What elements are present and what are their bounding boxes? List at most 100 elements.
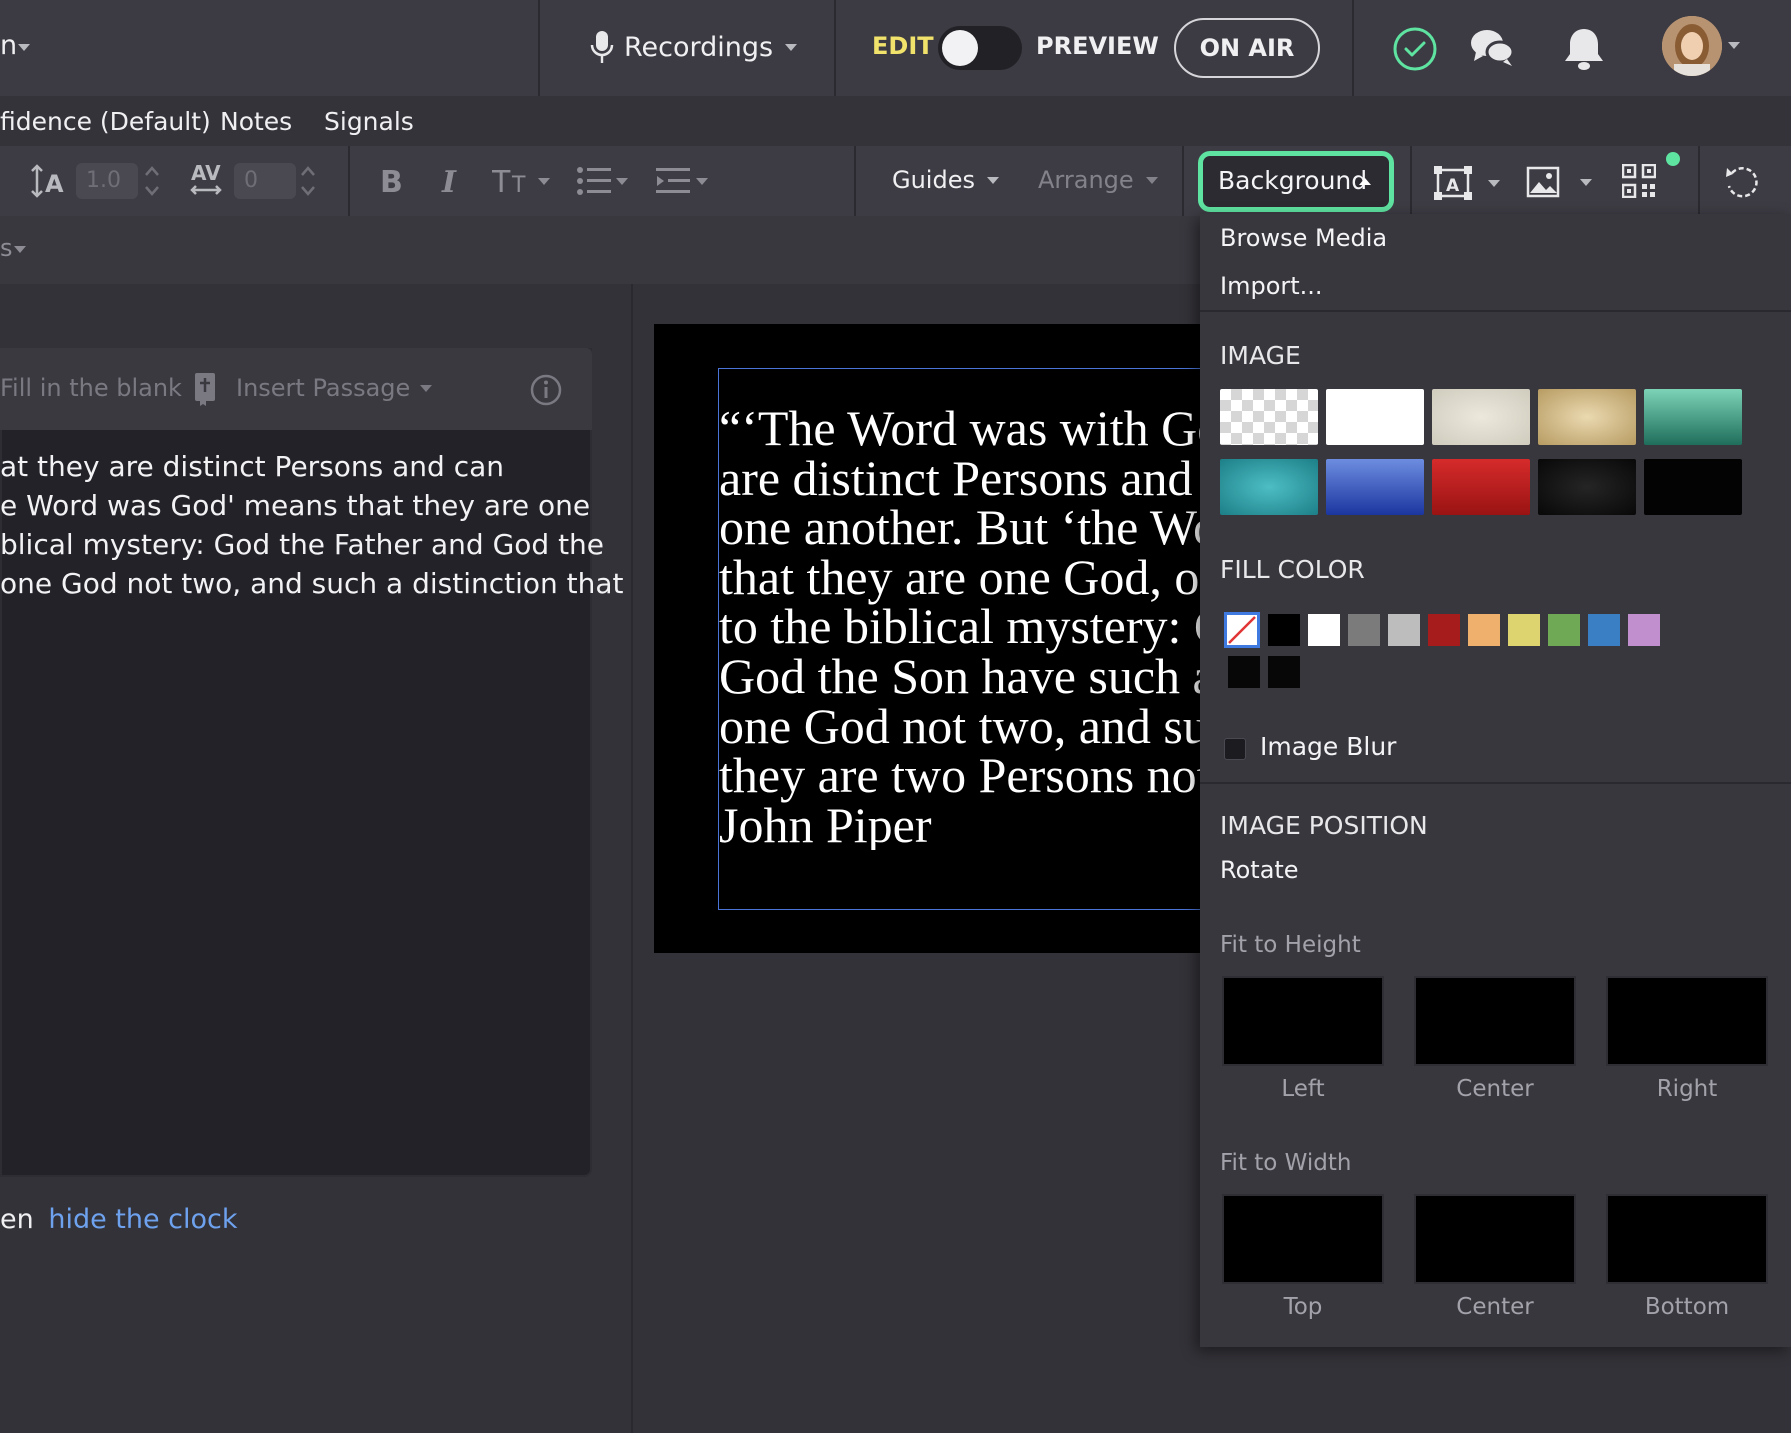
svg-text:A: A bbox=[1446, 176, 1460, 196]
text-selection-box[interactable] bbox=[718, 368, 1218, 910]
fit-height-right-option[interactable] bbox=[1606, 976, 1768, 1066]
fill-color-none-swatch[interactable] bbox=[1224, 612, 1260, 648]
background-image-dark-texture[interactable] bbox=[1538, 459, 1636, 515]
fill-color-swatch[interactable] bbox=[1428, 614, 1460, 646]
undo-rotate-icon[interactable] bbox=[1724, 164, 1760, 200]
divider bbox=[1352, 0, 1354, 96]
divider bbox=[1200, 310, 1791, 312]
preview-mode-label[interactable]: PREVIEW bbox=[1036, 32, 1159, 60]
svg-text:T: T bbox=[492, 165, 511, 198]
bible-book-icon bbox=[194, 372, 216, 406]
chevron-down-icon bbox=[1488, 179, 1500, 187]
fill-color-swatch[interactable] bbox=[1268, 656, 1300, 688]
background-image-teal-glow[interactable] bbox=[1644, 389, 1742, 445]
editor-text-line[interactable]: one God not two, and such a distinction … bbox=[0, 567, 624, 600]
image-blur-label: Image Blur bbox=[1260, 732, 1397, 761]
browse-media-item[interactable]: Browse Media bbox=[1220, 224, 1387, 252]
workspace-chevron-down-icon[interactable] bbox=[18, 44, 30, 51]
fill-color-swatch[interactable] bbox=[1588, 614, 1620, 646]
editor-text-line[interactable]: at they are distinct Persons and can bbox=[0, 450, 504, 483]
image-icon bbox=[1526, 166, 1560, 198]
image-insert-menu[interactable] bbox=[1526, 166, 1592, 198]
background-image-aqua[interactable] bbox=[1220, 459, 1318, 515]
clock-footer: en hide the clock bbox=[0, 1204, 238, 1235]
fit-width-center-option[interactable] bbox=[1414, 1194, 1576, 1284]
tab-notes[interactable]: Notes bbox=[220, 107, 292, 136]
arrange-menu[interactable]: Arrange bbox=[1038, 166, 1158, 194]
secondary-menu-fragment[interactable]: s bbox=[0, 234, 13, 262]
background-image-linen[interactable] bbox=[1432, 389, 1530, 445]
editor-toolbar: Fill in the blank Insert Passage bbox=[0, 348, 592, 430]
text-size-icon[interactable]: TT bbox=[492, 164, 550, 198]
fill-color-swatch[interactable] bbox=[1468, 614, 1500, 646]
insert-passage-menu[interactable]: Insert Passage bbox=[236, 374, 433, 402]
fill-color-swatch[interactable] bbox=[1228, 656, 1260, 688]
recordings-menu[interactable]: Recordings bbox=[590, 30, 798, 64]
background-image-white[interactable] bbox=[1326, 389, 1424, 445]
background-image-parchment[interactable] bbox=[1538, 389, 1636, 445]
chevron-down-icon bbox=[616, 177, 628, 185]
chevron-down-icon[interactable] bbox=[14, 246, 26, 253]
fit-to-width-label: Fit to Width bbox=[1220, 1150, 1352, 1176]
qr-code-icon[interactable] bbox=[1622, 164, 1656, 198]
fill-color-swatch[interactable] bbox=[1628, 614, 1660, 646]
fill-color-swatch[interactable] bbox=[1508, 614, 1540, 646]
chat-bubbles-icon[interactable] bbox=[1470, 28, 1514, 68]
guides-menu[interactable]: Guides bbox=[892, 166, 999, 194]
guides-label: Guides bbox=[892, 166, 975, 194]
tab-confidence-default[interactable]: fidence (Default) bbox=[0, 107, 211, 136]
microphone-icon bbox=[590, 31, 614, 63]
list-style-icon[interactable] bbox=[576, 166, 628, 196]
on-air-button[interactable]: ON AIR bbox=[1174, 18, 1320, 78]
fill-color-swatch[interactable] bbox=[1268, 614, 1300, 646]
chevron-down-icon bbox=[696, 177, 708, 185]
fill-color-swatch[interactable] bbox=[1348, 614, 1380, 646]
fill-color-swatch[interactable] bbox=[1548, 614, 1580, 646]
sync-status-check-icon[interactable] bbox=[1392, 26, 1438, 72]
hide-clock-link[interactable]: hide the clock bbox=[48, 1204, 237, 1235]
notifications-bell-icon[interactable] bbox=[1564, 26, 1604, 72]
fit-width-top-label: Top bbox=[1283, 1294, 1323, 1320]
user-avatar[interactable] bbox=[1662, 16, 1722, 76]
background-image-transparent[interactable] bbox=[1220, 389, 1318, 445]
panel-splitter[interactable] bbox=[631, 284, 633, 1433]
letter-spacing-stepper[interactable] bbox=[300, 163, 316, 199]
chevron-down-icon bbox=[1580, 178, 1592, 186]
import-item[interactable]: Import... bbox=[1220, 272, 1323, 300]
background-image-black[interactable] bbox=[1644, 459, 1742, 515]
editor-text-line[interactable]: e Word was God' means that they are one bbox=[0, 489, 590, 522]
fill-color-swatch[interactable] bbox=[1308, 614, 1340, 646]
rotate-item[interactable]: Rotate bbox=[1220, 856, 1299, 884]
tab-signals[interactable]: Signals bbox=[324, 107, 414, 136]
italic-icon[interactable]: I bbox=[440, 164, 464, 198]
edit-preview-toggle[interactable] bbox=[938, 26, 1022, 70]
text-box-menu[interactable]: A bbox=[1434, 166, 1500, 200]
line-height-input[interactable]: 1.0 bbox=[76, 163, 138, 199]
fit-height-center-option[interactable] bbox=[1414, 976, 1576, 1066]
line-height-stepper[interactable] bbox=[144, 163, 160, 199]
background-dropdown-menu: Browse Media Import... IMAGE FILL COLOR … bbox=[1200, 214, 1791, 1347]
fit-height-left-label: Left bbox=[1281, 1076, 1325, 1102]
divider bbox=[538, 0, 540, 96]
avatar-chevron-down-icon[interactable] bbox=[1728, 42, 1740, 49]
fill-color-swatch[interactable] bbox=[1388, 614, 1420, 646]
workspace-name-fragment[interactable]: n bbox=[0, 30, 17, 61]
info-icon[interactable] bbox=[530, 374, 562, 406]
fit-width-top-option[interactable] bbox=[1222, 1194, 1384, 1284]
fit-height-left-option[interactable] bbox=[1222, 976, 1384, 1066]
fill-in-blank-button[interactable]: Fill in the blank bbox=[0, 374, 182, 402]
editor-text-line[interactable]: blical mystery: God the Father and God t… bbox=[0, 528, 604, 561]
letter-spacing-input[interactable]: 0 bbox=[234, 163, 296, 199]
fit-width-bottom-option[interactable] bbox=[1606, 1194, 1768, 1284]
background-label: Background bbox=[1218, 166, 1368, 195]
image-blur-checkbox[interactable] bbox=[1224, 738, 1246, 760]
chevron-up-icon bbox=[1359, 178, 1371, 185]
background-image-blue[interactable] bbox=[1326, 459, 1424, 515]
background-menu-button[interactable]: Background bbox=[1198, 151, 1394, 212]
indent-icon[interactable] bbox=[656, 166, 708, 196]
bold-icon[interactable]: B bbox=[378, 164, 406, 198]
divider bbox=[1182, 146, 1184, 216]
background-image-red[interactable] bbox=[1432, 459, 1530, 515]
edit-mode-label[interactable]: EDIT bbox=[872, 32, 934, 60]
fit-to-height-label: Fit to Height bbox=[1220, 932, 1361, 958]
